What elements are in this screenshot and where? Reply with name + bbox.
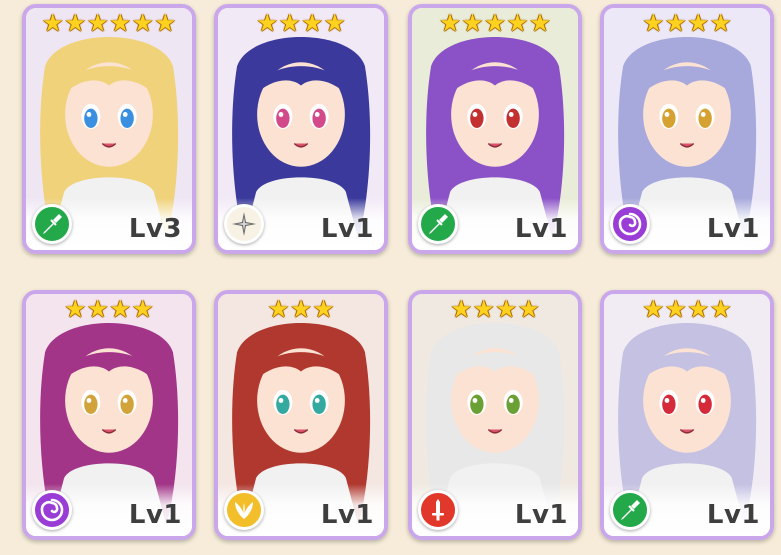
character-card[interactable]: ★ ★ ★ ★ Lv1 xyxy=(600,290,774,540)
star-icon: ★ xyxy=(109,295,132,323)
star-icon: ★ xyxy=(290,295,312,323)
character-card[interactable]: ★ ★ ★ ★ Lv1 xyxy=(408,290,582,540)
lance-icon xyxy=(32,204,72,244)
star-rating: ★ ★ ★ ★ ★ ★ xyxy=(26,10,192,36)
star-rating: ★ ★ ★ ★ xyxy=(604,10,770,36)
character-card[interactable]: ★ ★ ★ ★ Lv1 xyxy=(600,4,774,254)
character-card[interactable]: ★ ★ ★ ★ Lv1 xyxy=(214,4,388,254)
spiral-icon xyxy=(32,490,72,530)
star-icon: ★ xyxy=(312,295,335,323)
character-grid: ★ ★ ★ ★ ★ ★ Lv3 ★ ★ ★ ★ Lv1 ★ ★ ★ ★ ★ Lv1 ★ ★ ★ ★ Lv1 ★ ★ ★ ★ Lv1 ★ ★… xyxy=(0,0,781,555)
star-icon: ★ xyxy=(439,9,461,37)
star-rating: ★ ★ ★ ★ xyxy=(26,296,192,322)
star-icon: ★ xyxy=(450,295,472,323)
star-icon: ★ xyxy=(64,295,86,323)
star-icon: ★ xyxy=(109,9,132,37)
star-icon: ★ xyxy=(642,9,664,37)
star-icon: ★ xyxy=(132,295,154,323)
character-card[interactable]: ★ ★ ★ ★ ★ ★ Lv3 xyxy=(22,4,196,254)
star-icon: ★ xyxy=(461,9,484,37)
star-rating: ★ ★ ★ ★ xyxy=(218,10,384,36)
lance-icon xyxy=(418,204,458,244)
character-card[interactable]: ★ ★ ★ Lv1 xyxy=(214,290,388,540)
star-icon: ★ xyxy=(710,9,732,37)
star-icon: ★ xyxy=(484,9,506,37)
star-icon: ★ xyxy=(278,9,301,37)
wings-icon xyxy=(224,490,264,530)
star-rating: ★ ★ ★ ★ xyxy=(604,296,770,322)
level-label: Lv1 xyxy=(514,500,568,530)
star-icon: ★ xyxy=(642,295,664,323)
star-icon: ★ xyxy=(664,9,687,37)
sword-icon xyxy=(418,490,458,530)
star-icon: ★ xyxy=(154,9,177,37)
star-icon: ★ xyxy=(664,295,687,323)
star-icon: ★ xyxy=(86,295,109,323)
star-icon: ★ xyxy=(324,9,346,37)
lance-icon xyxy=(610,490,650,530)
star-icon: ★ xyxy=(518,295,540,323)
star-icon: ★ xyxy=(301,9,324,37)
level-label: Lv1 xyxy=(320,214,374,244)
spiral-icon xyxy=(610,204,650,244)
compass-icon xyxy=(224,204,264,244)
star-rating: ★ ★ ★ xyxy=(218,296,384,322)
star-icon: ★ xyxy=(256,9,278,37)
star-rating: ★ ★ ★ ★ xyxy=(412,296,578,322)
star-icon: ★ xyxy=(687,9,710,37)
star-icon: ★ xyxy=(495,295,518,323)
star-icon: ★ xyxy=(687,295,710,323)
star-icon: ★ xyxy=(64,9,86,37)
star-icon: ★ xyxy=(529,9,551,37)
star-icon: ★ xyxy=(472,295,495,323)
star-icon: ★ xyxy=(710,295,732,323)
star-icon: ★ xyxy=(41,9,64,37)
level-label: Lv1 xyxy=(514,214,568,244)
level-label: Lv1 xyxy=(706,500,760,530)
star-icon: ★ xyxy=(267,295,290,323)
level-label: Lv1 xyxy=(128,500,182,530)
star-icon: ★ xyxy=(132,9,154,37)
star-rating: ★ ★ ★ ★ ★ xyxy=(412,10,578,36)
star-icon: ★ xyxy=(506,9,529,37)
character-card[interactable]: ★ ★ ★ ★ Lv1 xyxy=(22,290,196,540)
star-icon: ★ xyxy=(86,9,109,37)
character-card[interactable]: ★ ★ ★ ★ ★ Lv1 xyxy=(408,4,582,254)
level-label: Lv1 xyxy=(706,214,760,244)
level-label: Lv3 xyxy=(128,214,182,244)
level-label: Lv1 xyxy=(320,500,374,530)
